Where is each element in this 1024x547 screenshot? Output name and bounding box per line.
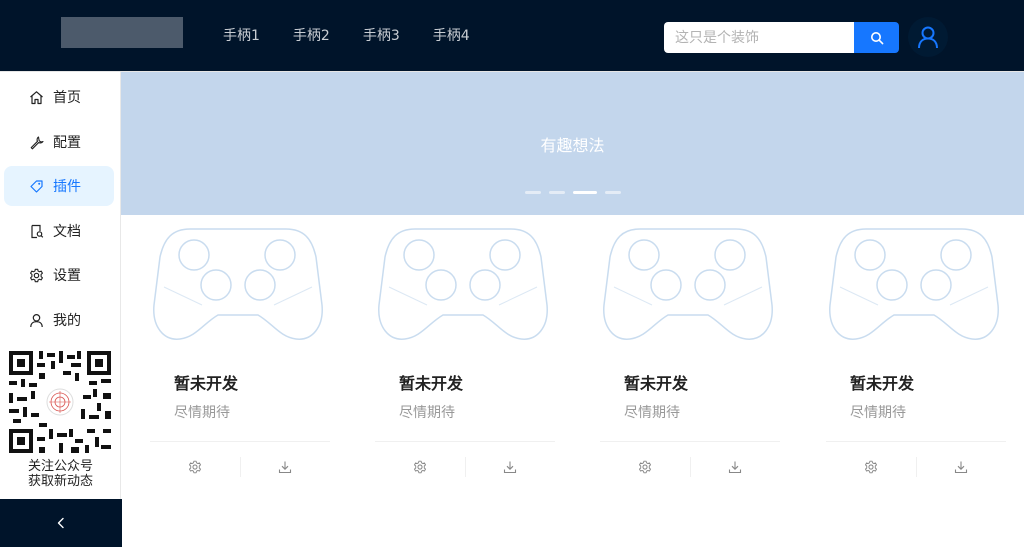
card-download-button[interactable] [916,455,1006,479]
collapse-sidebar-button[interactable] [0,499,122,547]
card-settings-button[interactable] [375,455,465,479]
card-actions [150,455,330,479]
card-download-button[interactable] [465,455,555,479]
gear-icon [414,460,426,474]
gear-icon [28,267,44,283]
gear-icon [639,460,651,474]
card-divider [600,441,780,442]
download-icon [954,461,968,474]
card-settings-button[interactable] [600,455,690,479]
sidebar-item-label: 我的 [53,313,81,329]
card-actions [600,455,780,479]
nav-item-4[interactable]: 手柄4 [433,0,470,72]
chevron-left-icon [57,517,64,529]
search-icon [870,31,883,44]
carousel-dots [525,191,629,194]
download-icon [728,461,742,474]
plugin-card: 暂未开发 尽情期待 [576,215,780,485]
plugin-card: 暂未开发 尽情期待 [351,215,555,485]
logo[interactable] [61,17,183,48]
download-icon [278,461,292,474]
carousel-dot[interactable] [549,191,565,194]
card-description: 尽情期待 [850,405,906,421]
sidebar-item-label: 首页 [53,90,81,106]
gear-icon [189,460,201,474]
sidebar-item-docs[interactable]: 文档 [4,211,114,251]
sidebar-item-config[interactable]: 配置 [4,122,114,162]
card-download-button[interactable] [690,455,780,479]
card-title: 暂未开发 [399,374,464,393]
carousel-dot[interactable] [525,191,541,194]
qr-caption-line1: 关注公众号 [27,459,93,474]
card-title: 暂未开发 [174,374,239,393]
card-description: 尽情期待 [624,405,680,421]
sidebar-item-label: 文档 [53,224,81,240]
sidebar-item-settings[interactable]: 设置 [4,255,114,295]
nav-item-3[interactable]: 手柄3 [363,0,400,72]
sidebar-item-home[interactable]: 首页 [4,77,114,117]
document-search-icon [28,223,44,239]
qr-caption-line2: 获取新动态 [27,474,93,489]
avatar[interactable] [908,17,948,57]
sidebar: 首页 配置 插件 文档 设置 我的 关注公众号 获取新动态 [0,72,122,547]
banner-carousel: 有趣想法 [121,72,1024,215]
user-icon [28,312,44,328]
card-description: 尽情期待 [174,405,230,421]
gamepad-icon [603,228,773,340]
carousel-dot[interactable] [605,191,621,194]
card-title: 暂未开发 [624,374,689,393]
card-actions [826,455,1006,479]
user-icon [918,26,938,49]
gear-icon [865,460,877,474]
card-settings-button[interactable] [826,455,916,479]
wrench-icon [28,134,44,150]
home-icon [28,89,44,105]
plugin-card: 暂未开发 尽情期待 [126,215,330,485]
search-button[interactable] [854,22,899,53]
card-title: 暂未开发 [850,374,915,393]
sidebar-item-profile[interactable]: 我的 [4,300,114,340]
qr-caption: 关注公众号 获取新动态 [0,459,121,489]
card-settings-button[interactable] [150,455,240,479]
sidebar-item-plugins[interactable]: 插件 [4,166,114,206]
banner-title: 有趣想法 [540,136,605,155]
card-description: 尽情期待 [399,405,455,421]
gamepad-icon [378,228,548,340]
card-divider [150,441,330,442]
sidebar-item-label: 插件 [53,179,81,195]
sidebar-item-label: 设置 [53,268,81,284]
top-nav: 手柄1 手柄2 手柄3 手柄4 [223,0,503,72]
card-actions [375,455,555,479]
search-box [664,22,899,53]
gamepad-icon [153,228,323,340]
nav-item-1[interactable]: 手柄1 [223,0,260,72]
qr-code [9,351,111,453]
card-divider [826,441,1006,442]
search-input[interactable] [664,22,854,53]
card-download-button[interactable] [240,455,330,479]
nav-item-2[interactable]: 手柄2 [293,0,330,72]
tag-icon [28,178,44,194]
plugin-card: 暂未开发 尽情期待 [802,215,1006,485]
card-divider [375,441,555,442]
sidebar-item-label: 配置 [53,135,81,151]
top-header: 手柄1 手柄2 手柄3 手柄4 [0,0,1024,72]
gamepad-icon [829,228,999,340]
carousel-dot-active[interactable] [573,191,597,194]
download-icon [503,461,517,474]
